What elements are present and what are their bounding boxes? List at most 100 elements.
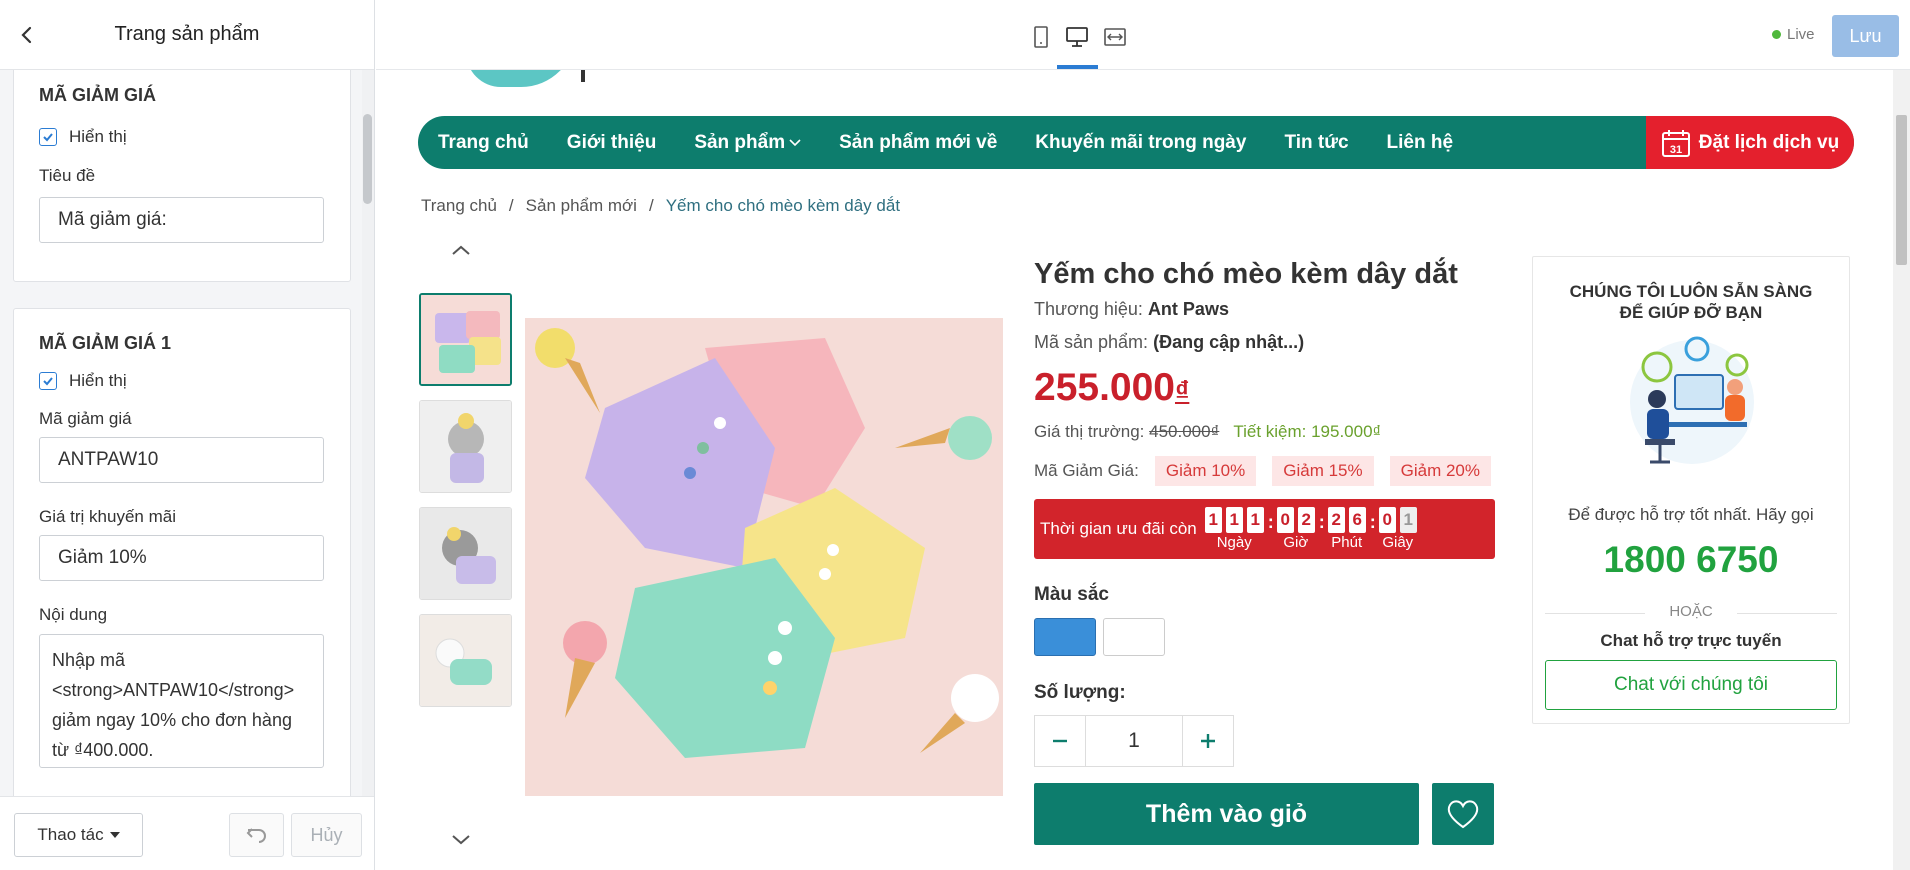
calendar-icon: 31 <box>1661 129 1690 157</box>
actions-dropdown-button[interactable]: Thao tác <box>14 813 143 857</box>
nav-item-contact[interactable]: Liên hệ <box>1387 132 1454 154</box>
countdown-digit: 1 <box>1204 507 1222 533</box>
desktop-view-button[interactable] <box>1062 22 1092 52</box>
store-logo[interactable] <box>466 70 576 87</box>
coupon-heading-card: MÃ GIẢM GIÁ Hiển thị Tiêu đề Mã giảm giá… <box>13 70 351 282</box>
breadcrumb: Trang chủ / Sản phẩm mới / Yếm cho chó m… <box>421 196 900 216</box>
product-thumbnail[interactable] <box>419 614 512 707</box>
nav-item-about[interactable]: Giới thiệu <box>567 132 657 154</box>
status-dot-icon <box>1772 30 1781 39</box>
nav-item-daily-deals[interactable]: Khuyến mãi trong ngày <box>1035 132 1246 154</box>
market-price-row: Giá thị trường: 450.000₫ Tiết kiệm: 195.… <box>1034 422 1381 442</box>
increase-quantity-button[interactable] <box>1183 716 1233 766</box>
coupon-badge[interactable]: Giảm 15% <box>1272 456 1374 486</box>
support-box: CHÚNG TÔI LUÔN SẴN SÀNG ĐỂ GIÚP ĐỠ BẠN Đ… <box>1532 256 1850 724</box>
save-button[interactable]: Lưu <box>1832 15 1899 57</box>
nav-item-news[interactable]: Tin tức <box>1284 132 1348 154</box>
breadcrumb-current: Yếm cho chó mèo kèm dây dắt <box>665 196 901 215</box>
breadcrumb-separator: / <box>508 196 514 215</box>
breadcrumb-separator: / <box>648 196 654 215</box>
editor-topbar: Live Lưu <box>376 0 1910 70</box>
heart-icon <box>1447 800 1479 829</box>
brand-value[interactable]: Ant Paws <box>1148 299 1229 319</box>
countdown-colon: : <box>1318 511 1325 532</box>
promo-value-input[interactable]: Giảm 10% <box>39 535 324 581</box>
chevron-down-icon <box>789 138 801 146</box>
preview-scrollbar-thumb[interactable] <box>1896 115 1907 265</box>
undo-button[interactable] <box>229 813 284 857</box>
coupon-badge[interactable]: Giảm 20% <box>1389 456 1491 486</box>
support-title-line: CHÚNG TÔI LUÔN SẴN SÀNG <box>1569 282 1813 301</box>
product-main-image[interactable] <box>525 318 1003 796</box>
checkbox-label: Hiển thị <box>69 127 127 146</box>
back-icon[interactable] <box>14 22 40 48</box>
editor-app: Trang sản phẩm MÃ GIẢM GIÁ Hiển thị Tiêu… <box>0 0 1910 870</box>
expand-width-icon <box>1104 28 1126 46</box>
product-thumbnail[interactable] <box>419 400 512 493</box>
support-text: Để được hỗ trợ tốt nhất. Hãy gọi <box>1568 505 1814 524</box>
nav-item-products[interactable]: Sản phẩm <box>694 132 801 154</box>
checkbox-label: Hiển thị <box>69 371 127 390</box>
countdown-unit: Phút <box>1331 534 1363 551</box>
sku-value: (Đang cập nhật...) <box>1153 332 1305 352</box>
checkbox-checked-icon[interactable] <box>39 372 57 390</box>
support-phone[interactable]: 1800 6750 <box>1533 539 1849 581</box>
caret-down-icon <box>109 832 120 838</box>
sku-label: Mã sản phẩm: <box>1034 332 1149 352</box>
countdown-digit: 6 <box>1348 507 1366 533</box>
wishlist-button[interactable] <box>1432 783 1494 845</box>
countdown-minutes: 2 6 Phút <box>1327 507 1366 551</box>
product-title: Yếm cho chó mèo kèm dây dắt <box>1034 258 1458 290</box>
brand-label: Thương hiệu: <box>1034 299 1143 319</box>
breadcrumb-category[interactable]: Sản phẩm mới <box>526 196 637 216</box>
sidebar-scroll-area: MÃ GIẢM GIÁ Hiển thị Tiêu đề Mã giảm giá… <box>0 70 374 796</box>
coupon-code-label: Mã giảm giá <box>39 409 132 428</box>
mobile-view-button[interactable] <box>1026 22 1056 52</box>
decrease-quantity-button[interactable] <box>1035 716 1085 766</box>
product-sku: Mã sản phẩm: (Đang cập nhật...) <box>1034 332 1304 353</box>
heading-label: Tiêu đề <box>39 166 96 185</box>
show-coupon-checkbox[interactable]: Hiển thị <box>39 127 127 147</box>
nav-item-home[interactable]: Trang chủ <box>438 132 529 154</box>
sidebar-scrollbar-thumb[interactable] <box>363 114 372 204</box>
coupon-code-input[interactable]: ANTPAW10 <box>39 437 324 483</box>
color-swatch-blue[interactable] <box>1034 618 1096 656</box>
actions-label: Thao tác <box>37 825 104 844</box>
heading-input[interactable]: Mã giảm giá: <box>39 197 324 243</box>
quantity-stepper: 1 <box>1034 715 1234 767</box>
calendar-day-text: 31 <box>1670 144 1682 156</box>
mobile-icon <box>1034 26 1048 48</box>
thumbnails-up-icon[interactable] <box>448 240 474 260</box>
quantity-input[interactable]: 1 <box>1085 716 1183 766</box>
book-service-button[interactable]: 31 Đặt lịch dịch vụ <box>1646 116 1854 169</box>
chat-button[interactable]: Chat với chúng tôi <box>1545 660 1837 710</box>
content-textarea[interactable]: Nhập mã <strong>ANTPAW10</strong> giảm n… <box>39 634 324 768</box>
add-to-cart-button[interactable]: Thêm vào giỏ <box>1034 783 1419 845</box>
breadcrumb-home[interactable]: Trang chủ <box>421 196 497 216</box>
show-coupon-1-checkbox[interactable]: Hiển thị <box>39 371 127 391</box>
live-label: Live <box>1787 26 1815 43</box>
preview-scrollbar[interactable] <box>1893 70 1910 870</box>
content-label: Nội dung <box>39 605 108 624</box>
active-view-indicator <box>1057 65 1098 69</box>
countdown-digit: 1 <box>1225 507 1243 533</box>
coupon-badge[interactable]: Giảm 10% <box>1154 456 1257 486</box>
product-brand: Thương hiệu: Ant Paws <box>1034 299 1229 320</box>
savings-text: Tiết kiệm: 195.000₫ <box>1233 422 1382 441</box>
checkbox-checked-icon[interactable] <box>39 128 57 146</box>
thumbnails-down-icon[interactable] <box>448 830 474 850</box>
support-title-line: ĐỂ GIÚP ĐỠ BẠN <box>1619 303 1763 322</box>
support-illustration <box>1630 336 1754 464</box>
sidebar-scrollbar[interactable] <box>362 70 374 796</box>
product-thumbnail[interactable] <box>419 507 512 600</box>
nav-item-new-products[interactable]: Sản phẩm mới về <box>839 132 997 154</box>
countdown-seconds: 0 1 Giây <box>1378 507 1417 551</box>
coupon-row: Mã Giảm Giá: Giảm 10% Giảm 15% Giảm 20% <box>1034 456 1491 486</box>
product-thumbnail[interactable] <box>419 293 512 386</box>
price-value: 255.000 <box>1034 366 1175 409</box>
price-currency: ₫ <box>1174 375 1190 406</box>
cancel-button[interactable]: Hủy <box>291 813 362 857</box>
color-swatch-white[interactable] <box>1103 618 1165 656</box>
fullwidth-view-button[interactable] <box>1100 22 1130 52</box>
card-title: MÃ GIẢM GIÁ 1 <box>39 333 172 353</box>
